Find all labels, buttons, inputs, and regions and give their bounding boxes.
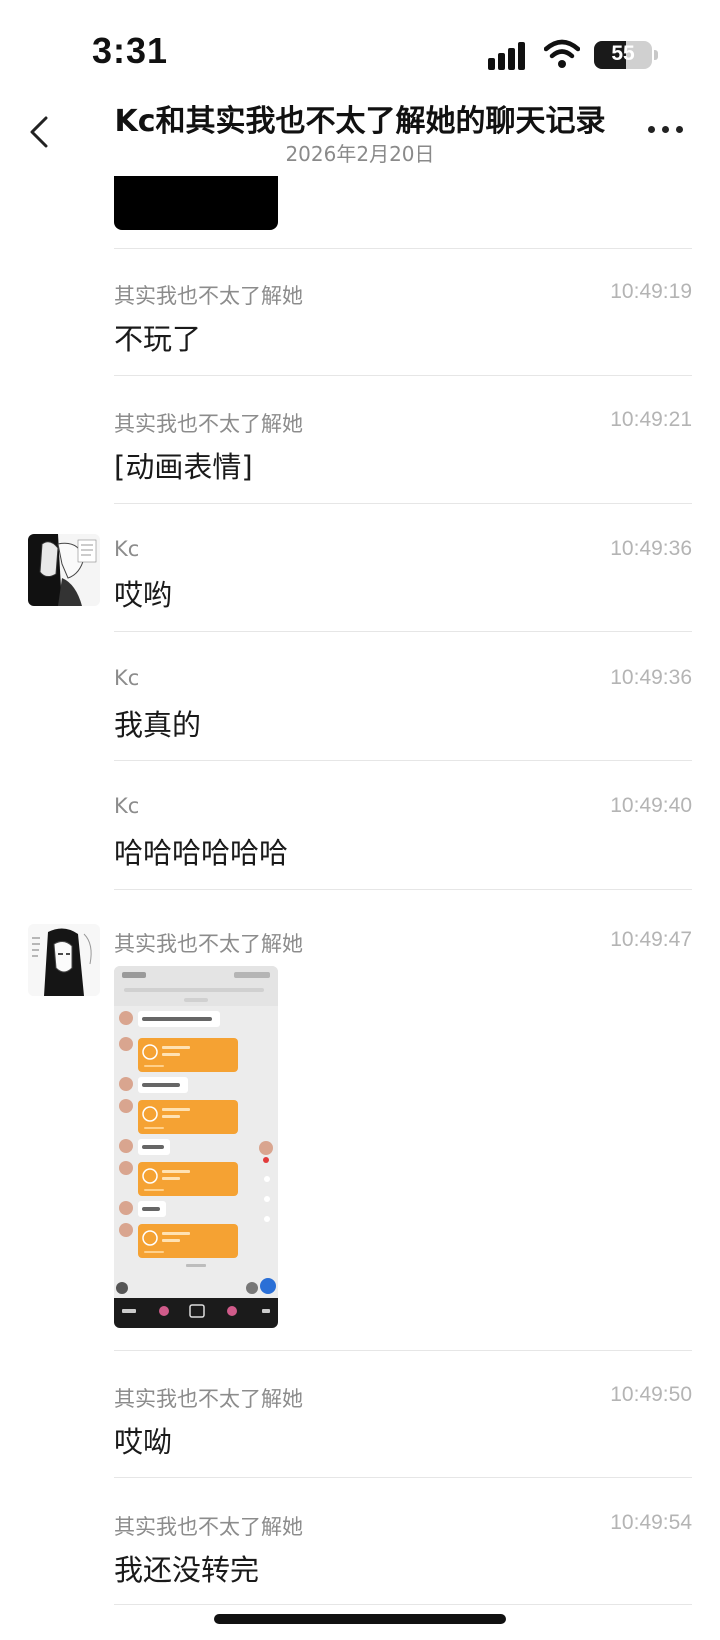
divider [114,375,692,376]
chevron-left-icon[interactable] [22,112,62,152]
message-time: 10:49:36 [610,537,692,560]
previous-message-image[interactable] [114,176,278,230]
avatar[interactable] [28,924,100,996]
divider [114,631,692,632]
message-sender: Kc [114,794,140,818]
divider [114,1350,692,1351]
divider [114,1604,692,1605]
avatar[interactable] [28,534,100,606]
message-time: 10:49:40 [610,794,692,817]
message-sender: 其实我也不太了解她 [114,412,303,436]
message-text[interactable]: [动画表情] [114,444,253,486]
chat-title: Kc和其实我也不太了解她的聊天记录 [114,104,606,139]
divider [114,503,692,504]
message-text[interactable]: 我还没转完 [114,1547,259,1589]
message-time: 10:49:21 [610,408,692,431]
message-sender: Kc [114,666,140,690]
message-text[interactable]: 哈哈哈哈哈哈 [114,830,288,872]
message-text[interactable]: 我真的 [114,702,201,744]
divider [114,1477,692,1478]
divider [114,889,692,890]
cellular-signal-icon [488,40,532,70]
status-time: 3:31 [92,30,169,71]
message-time: 10:49:47 [610,928,692,951]
message-sender: 其实我也不太了解她 [114,932,303,956]
message-text[interactable]: 哎呦 [114,1419,172,1461]
message-sender: 其实我也不太了解她 [114,1387,303,1411]
message-time: 10:49:54 [610,1511,692,1534]
chat-date: 2026年2月20日 [285,142,435,166]
more-dots-icon[interactable] [646,118,686,138]
divider [114,248,692,249]
avatar-image [28,924,100,996]
message-time: 10:49:36 [610,666,692,689]
message-time: 10:49:19 [610,280,692,303]
battery-percent: 55 [611,42,635,65]
message-text[interactable]: 不玩了 [114,316,201,358]
avatar-image [28,534,100,606]
message-text[interactable]: 哎哟 [114,572,172,614]
message-sender: 其实我也不太了解她 [114,284,303,308]
home-indicator[interactable] [214,1614,506,1624]
battery-cap [654,50,658,60]
message-time: 10:49:50 [610,1383,692,1406]
shared-screenshot [114,966,278,1328]
wifi-icon [544,39,580,68]
divider [114,760,692,761]
message-sender: 其实我也不太了解她 [114,1515,303,1539]
message-image[interactable] [114,966,278,1328]
message-sender: Kc [114,537,140,561]
battery-icon: 55 [594,41,652,69]
